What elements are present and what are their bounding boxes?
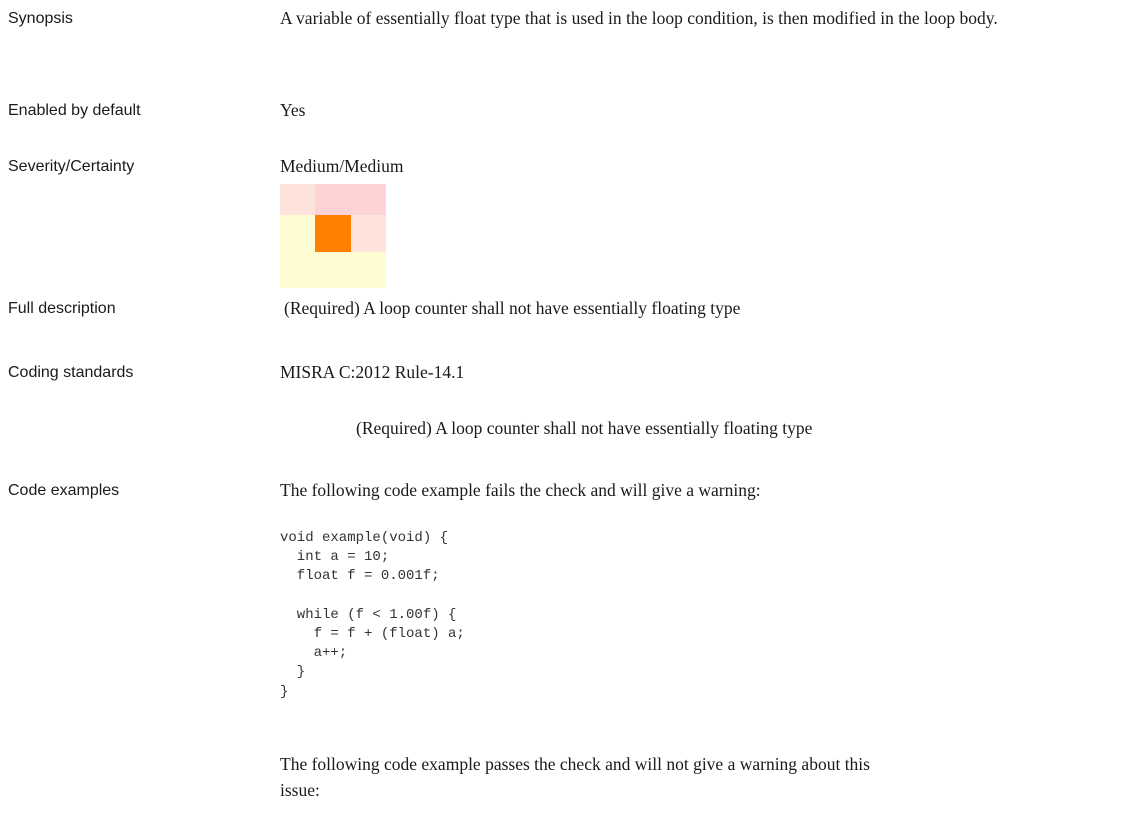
- severity-matrix-cell: [315, 252, 351, 288]
- severity-certainty-value: Medium/Medium: [280, 156, 404, 176]
- severity-matrix-cell: [351, 215, 386, 252]
- severity-matrix-cell: [351, 252, 386, 288]
- severity-matrix-cell: [315, 215, 351, 252]
- pass-example-intro-line2: issue:: [280, 780, 320, 800]
- code-line: f = f + (float) a;: [280, 625, 465, 642]
- full-description-label: Full description: [8, 300, 116, 317]
- severity-matrix-cell: [280, 184, 315, 215]
- code-line: a++;: [280, 645, 348, 662]
- pass-example-intro-line1: The following code example passes the ch…: [280, 754, 870, 774]
- severity-matrix-cell: [315, 184, 351, 215]
- full-description-text: (Required) A loop counter shall not have…: [284, 298, 741, 318]
- severity-matrix-cell: [351, 184, 386, 215]
- code-line: void example(void) {: [280, 530, 449, 546]
- synopsis-text: A variable of essentially float type tha…: [280, 8, 998, 28]
- coding-standard-name: MISRA C:2012 Rule-14.1: [280, 362, 465, 382]
- enabled-by-default-value: Yes: [280, 100, 306, 120]
- synopsis-label: Synopsis: [8, 10, 73, 27]
- severity-matrix-cell: [280, 215, 315, 252]
- code-line: }: [280, 683, 289, 700]
- code-line: float f = 0.001f;: [280, 568, 440, 585]
- coding-standard-rule-text: (Required) A loop counter shall not have…: [356, 418, 813, 438]
- severity-certainty-label: Severity/Certainty: [8, 158, 135, 175]
- severity-matrix-cell: [280, 252, 315, 288]
- code-examples-label: Code examples: [8, 482, 120, 499]
- severity-matrix: [280, 184, 386, 288]
- code-line: int a = 10;: [280, 549, 390, 566]
- enabled-by-default-label: Enabled by default: [8, 102, 141, 119]
- fail-code-block: void example(void) { int a = 10; float f…: [280, 529, 465, 702]
- fail-example-intro: The following code example fails the che…: [280, 480, 761, 500]
- code-line: while (f < 1.00f) {: [280, 606, 457, 623]
- code-line: }: [280, 664, 306, 681]
- coding-standards-label: Coding standards: [8, 364, 134, 381]
